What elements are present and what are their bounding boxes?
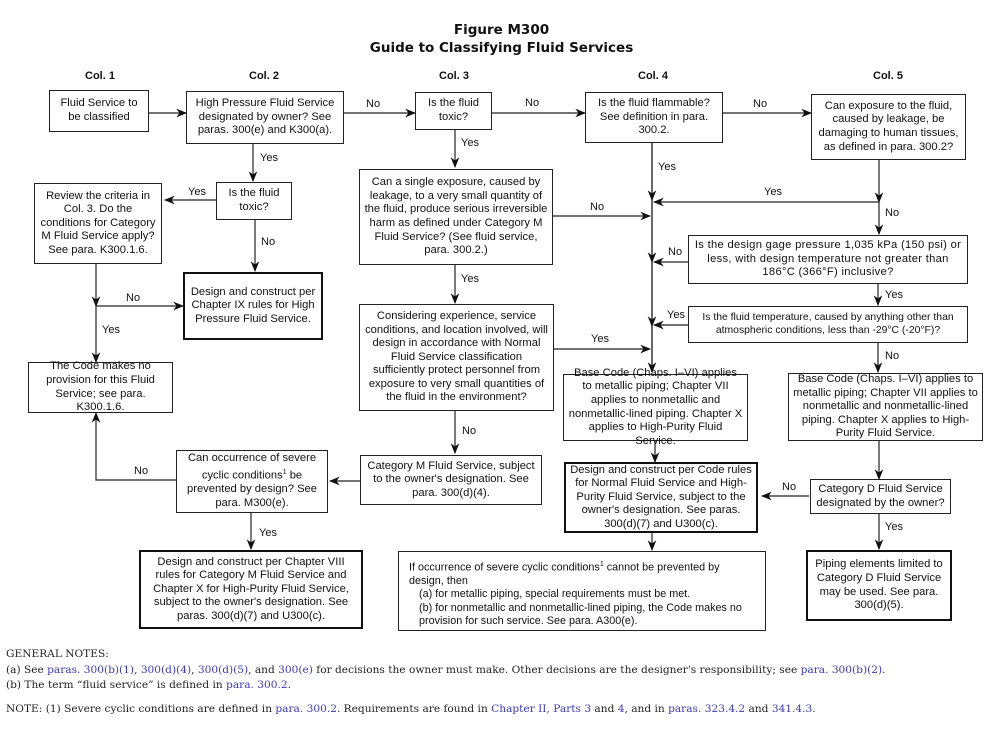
label-category-d-yes: Yes — [885, 521, 903, 533]
label-col2-toxic-yes: Yes — [188, 186, 206, 198]
label-category-d-no: No — [782, 481, 797, 493]
label-col3-toxic-yes: Yes — [461, 137, 479, 149]
general-notes-heading: GENERAL NOTES: — [6, 648, 109, 660]
link-300d5[interactable]: 300(d)(5) — [198, 664, 248, 676]
note-a-sep3: , and — [248, 664, 279, 676]
node-single-exposure-question: Can a single exposure, caused by leakage… — [359, 169, 553, 265]
severe-cyclic-item-a: (a) for metallic piping, special require… — [419, 588, 691, 601]
note1-mid1: . Requirements are found in — [336, 703, 492, 715]
note-a-sep2: , — [191, 664, 198, 676]
label-high-pressure-yes: Yes — [260, 152, 278, 164]
label-normal-protect-yes: Yes — [591, 333, 609, 345]
label-flammable-yes: Yes — [658, 161, 676, 173]
note-b-prefix: (b) The term “fluid service” is defined … — [6, 679, 227, 691]
link-note1-para-300-2[interactable]: para. 300.2 — [275, 703, 337, 715]
link-300e[interactable]: 300(e) — [278, 664, 313, 676]
note-a-end: . — [882, 664, 886, 676]
node-pressure-temperature-question: Is the design gage pressure 1,035 kPa (1… — [688, 235, 968, 284]
node-flammable-question: Is the fluid flammable? See definition i… — [585, 92, 723, 143]
node-start: Fluid Service to be classified — [49, 90, 149, 132]
note-a-text: for decisions the owner must make. Other… — [312, 664, 801, 676]
node-category-m-service: Category M Fluid Service, subject to the… — [360, 455, 542, 505]
note1-mid2: and — [591, 703, 618, 715]
severe-cyclic-line1-pre: If occurrence of severe cyclic condition… — [409, 561, 600, 574]
label-cyclic-yes: Yes — [259, 527, 277, 539]
node-no-provision-result: The Code makes no provision for this Flu… — [28, 360, 173, 413]
label-tissue-no: No — [885, 207, 900, 219]
label-flammable-no: No — [753, 98, 768, 110]
node-category-d-question: Category D Fluid Service designated by t… — [810, 479, 951, 514]
label-single-exposure-no: No — [590, 201, 605, 213]
label-normal-protect-no: No — [462, 425, 477, 437]
note-a-prefix: (a) See — [6, 664, 48, 676]
node-normal-service-result: Design and construct per Code rules for … — [564, 462, 758, 533]
label-pressure-no: No — [668, 246, 683, 258]
link-300d4[interactable]: 300(d)(4) — [141, 664, 191, 676]
label-low-temp-no: No — [885, 350, 900, 362]
node-low-temperature-question: Is the fluid temperature, caused by anyt… — [688, 306, 968, 343]
node-severe-cyclic-note: If occurrence of severe cyclic condition… — [398, 551, 766, 631]
node-tissue-damage-question: Can exposure to the fluid, caused by lea… — [811, 94, 966, 160]
node-high-pressure-question: High Pressure Fluid Service designated b… — [186, 91, 344, 144]
node-cyclic-conditions-question: Can occurrence of severe cyclic conditio… — [176, 450, 328, 513]
label-high-pressure-no: No — [366, 98, 381, 110]
link-341-4-3[interactable]: 341.4.3 — [772, 703, 812, 715]
link-para-300b2[interactable]: para. 300(b)(2) — [801, 664, 883, 676]
label-tissue-yes: Yes — [764, 186, 782, 198]
note1-end: . — [812, 703, 816, 715]
node-category-d-result: Piping elements limited to Category D Fl… — [806, 550, 952, 621]
label-review-no: No — [126, 292, 141, 304]
label-low-temp-yes: Yes — [667, 309, 685, 321]
label-pressure-yes: Yes — [885, 289, 903, 301]
node-review-criteria-question: Review the criteria in Col. 3. Do the co… — [34, 183, 162, 264]
label-single-exposure-yes: Yes — [461, 273, 479, 285]
node-base-code-col5: Base Code (Chaps. I–VI) applies to metal… — [788, 373, 983, 441]
label-col3-toxic-no: No — [525, 97, 540, 109]
label-cyclic-no: No — [134, 465, 149, 477]
node-col3-toxic-question: Is the fluid toxic? — [415, 92, 492, 130]
note1-mid3: , and in — [624, 703, 669, 715]
label-review-yes: Yes — [102, 324, 120, 336]
footnote-1: NOTE: (1) Severe cyclic conditions are d… — [6, 703, 816, 715]
link-para-300-2[interactable]: para. 300.2 — [226, 679, 288, 691]
node-chapter-ix-result: Design and construct per Chapter IX rule… — [183, 272, 323, 340]
label-col2-toxic-no: No — [261, 236, 276, 248]
note-b-end: . — [287, 679, 291, 691]
link-chapter-ii-parts-3[interactable]: Chapter II, Parts 3 — [491, 703, 591, 715]
link-paras-300b1[interactable]: paras. 300(b)(1) — [47, 664, 134, 676]
general-note-b: (b) The term “fluid service” is defined … — [6, 679, 291, 691]
note-a-sep1: , — [134, 664, 141, 676]
node-chapter-viii-result: Design and construct per Chapter VIII ru… — [139, 550, 363, 629]
node-normal-protect-question: Considering experience, service conditio… — [359, 304, 554, 411]
note1-mid4: and — [745, 703, 772, 715]
node-base-code-col4: Base Code (Chaps. I–VI) applies to metal… — [563, 367, 748, 447]
general-note-a: (a) See paras. 300(b)(1), 300(d)(4), 300… — [6, 664, 885, 676]
link-paras-323-4-2[interactable]: paras. 323.4.2 — [668, 703, 745, 715]
note1-prefix: NOTE: (1) Severe cyclic conditions are d… — [6, 703, 276, 715]
severe-cyclic-item-b: (b) for nonmetallic and nonmetallic-line… — [419, 601, 742, 628]
node-col2-toxic-question: Is the fluid toxic? — [216, 182, 292, 220]
